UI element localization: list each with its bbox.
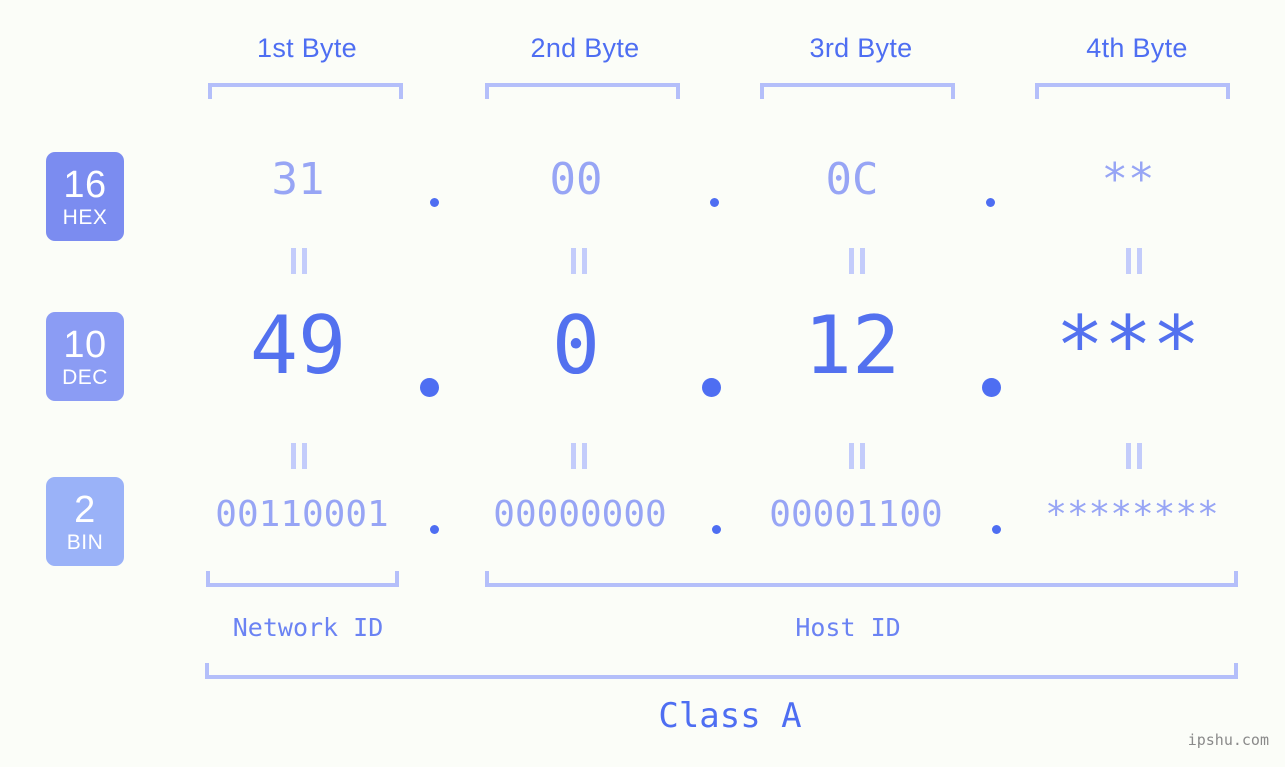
hex-octet-3: 0C [825,154,879,205]
hex-octet-4: ** [1101,154,1155,205]
bin-octet-1: 00110001 [215,494,389,535]
hex-separator-dot-1 [430,198,439,207]
radix-badge-bin: 2 BIN [46,477,124,566]
equals-mark-dec-bin-1 [291,443,307,469]
radix-badge-hex-name: HEX [62,205,108,229]
dec-separator-dot-1 [420,378,439,397]
byte-bracket-top-2 [485,83,680,99]
radix-badge-dec: 10 DEC [46,312,124,401]
equals-mark-hex-dec-1 [291,248,307,274]
equals-mark-dec-bin-3 [849,443,865,469]
byte-header-1: 1st Byte [257,33,357,63]
class-bracket [205,663,1238,679]
hex-octet-1: 31 [271,154,325,205]
radix-badge-hex-number: 16 [63,163,107,206]
bin-octet-2: 00000000 [493,494,667,535]
hex-separator-dot-3 [986,198,995,207]
bin-octet-3: 00001100 [769,494,943,535]
radix-badge-bin-name: BIN [66,530,104,554]
radix-badge-hex: 16 HEX [46,152,124,241]
equals-mark-hex-dec-2 [571,248,587,274]
radix-badge-dec-name: DEC [62,365,108,389]
byte-header-3: 3rd Byte [809,33,913,63]
bin-octet-4: ******** [1045,494,1219,535]
dec-octet-4: *** [1055,299,1201,392]
dec-octet-1: 49 [249,299,347,392]
diagram-canvas: 1st Byte 2nd Byte 3rd Byte 4th Byte 16 H… [0,0,1285,767]
byte-bracket-top-4 [1035,83,1230,99]
equals-mark-hex-dec-4 [1126,248,1142,274]
host-id-label: Host ID [795,613,901,642]
equals-mark-hex-dec-3 [849,248,865,274]
bin-separator-dot-3 [992,525,1001,534]
radix-badge-bin-number: 2 [74,488,96,531]
radix-badge-dec-number: 10 [63,323,107,366]
class-label: Class A [658,696,802,736]
byte-bracket-top-1 [208,83,403,99]
equals-mark-dec-bin-2 [571,443,587,469]
dec-separator-dot-3 [982,378,1001,397]
byte-bracket-top-3 [760,83,955,99]
dec-octet-3: 12 [803,299,901,392]
byte-header-2: 2nd Byte [530,33,640,63]
network-id-label: Network ID [232,613,384,642]
equals-mark-dec-bin-4 [1126,443,1142,469]
hex-separator-dot-2 [710,198,719,207]
network-id-bracket [206,571,399,587]
hex-octet-2: 00 [549,154,603,205]
watermark: ipshu.com [1187,731,1269,749]
host-id-bracket [485,571,1238,587]
dec-separator-dot-2 [702,378,721,397]
bin-separator-dot-1 [430,525,439,534]
byte-header-4: 4th Byte [1086,33,1188,63]
dec-octet-2: 0 [551,299,601,392]
bin-separator-dot-2 [712,525,721,534]
